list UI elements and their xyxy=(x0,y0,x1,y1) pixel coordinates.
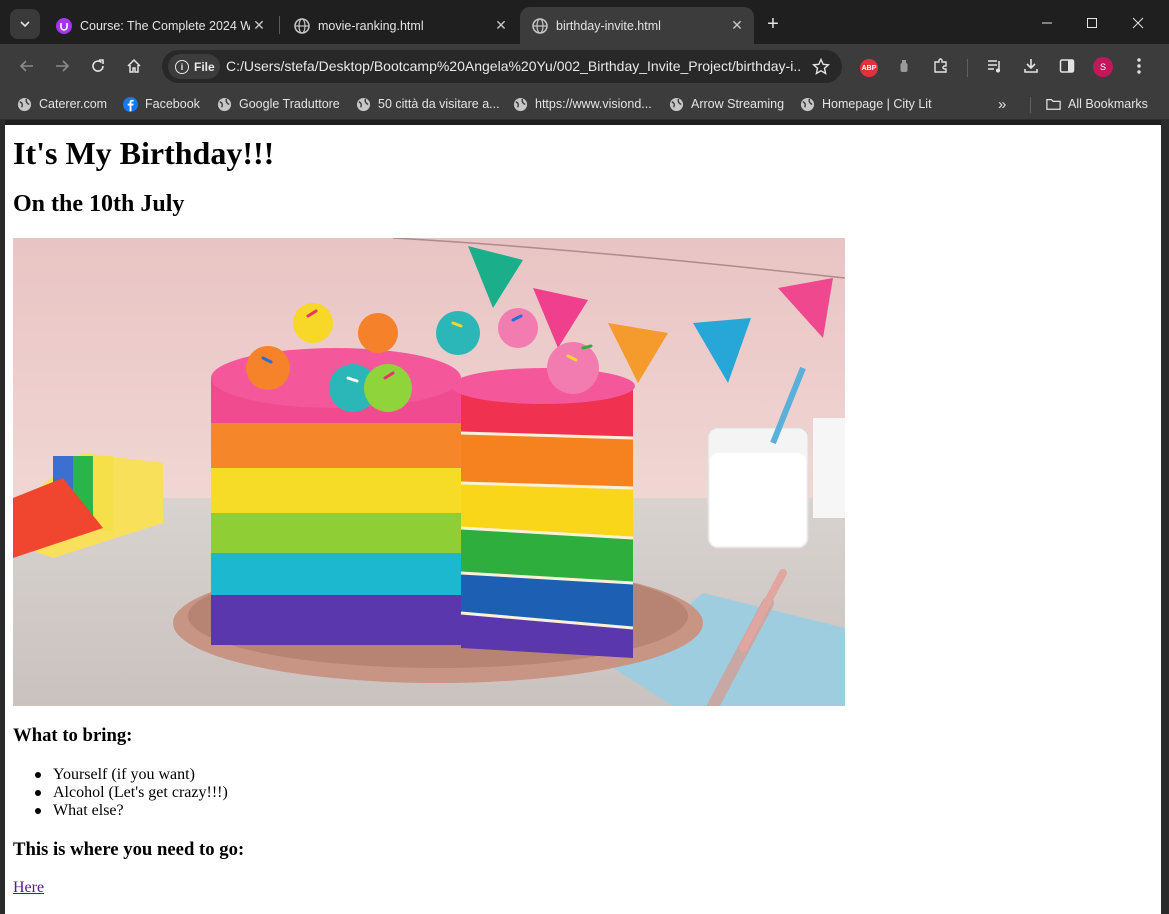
bookmark-label: Caterer.com xyxy=(39,97,108,111)
cake-image xyxy=(13,238,845,706)
tab-divider xyxy=(279,16,280,34)
tab-label: birthday-invite.html xyxy=(556,18,661,33)
site-info-chip[interactable]: i File xyxy=(168,54,220,79)
site-info-label: File xyxy=(194,59,215,74)
bookmark-item[interactable]: Caterer.com xyxy=(17,95,107,113)
home-button[interactable] xyxy=(120,52,148,80)
globe-icon xyxy=(356,97,371,112)
tab-birthday-invite[interactable]: birthday-invite.html ✕ xyxy=(520,7,754,44)
maximize-icon xyxy=(1087,18,1097,28)
close-icon xyxy=(1132,17,1144,29)
arrow-right-icon xyxy=(56,60,70,72)
folder-icon xyxy=(1046,97,1061,112)
facebook-icon xyxy=(123,96,138,112)
tab-label: Course: The Complete 2024 We xyxy=(80,18,250,33)
minimize-icon xyxy=(1042,22,1052,24)
bring-list: Yourself (if you want) Alcohol (Let's ge… xyxy=(35,766,228,820)
globe-icon xyxy=(669,97,684,112)
tab-label: movie-ranking.html xyxy=(318,18,424,33)
star-icon xyxy=(812,58,830,75)
udemy-icon xyxy=(56,17,72,34)
bookmarks-bar: Caterer.com Facebook Google Traduttore 5… xyxy=(0,88,1169,120)
avatar[interactable]: S xyxy=(1093,57,1113,77)
globe-icon xyxy=(800,97,815,112)
all-bookmarks-button[interactable]: All Bookmarks xyxy=(1046,95,1148,113)
bookmark-label: Google Traduttore xyxy=(239,97,340,111)
minimize-button[interactable] xyxy=(1025,6,1069,40)
media-control-button[interactable] xyxy=(981,52,1009,80)
arrow-left-icon xyxy=(19,60,33,72)
bookmark-label: Arrow Streaming xyxy=(691,97,785,111)
puzzle-icon xyxy=(934,58,947,73)
extension-button[interactable] xyxy=(890,52,918,80)
bookmark-label: 50 città da visitare a... xyxy=(378,97,500,111)
toolbar: i File C:/Users/stefa/Desktop/Bootcamp%2… xyxy=(0,44,1169,88)
bookmark-label: Homepage | City Lit xyxy=(822,97,932,111)
maximize-button[interactable] xyxy=(1070,6,1114,40)
globe-icon xyxy=(217,97,232,112)
info-icon: i xyxy=(175,59,189,74)
side-panel-icon xyxy=(1059,59,1075,73)
globe-icon xyxy=(532,17,548,34)
bookmark-label: Facebook xyxy=(145,97,200,111)
all-bookmarks-label: All Bookmarks xyxy=(1068,97,1148,111)
home-icon xyxy=(127,58,141,73)
bookmarks-divider xyxy=(1030,97,1031,113)
event-date: On the 10th July xyxy=(13,191,185,217)
list-item: What else? xyxy=(35,802,228,820)
tab-strip: Course: The Complete 2024 We ✕ movie-ran… xyxy=(0,0,1169,44)
tab-movie-ranking[interactable]: movie-ranking.html ✕ xyxy=(282,7,518,44)
bottle-extension-icon xyxy=(900,60,908,72)
tab-search-button[interactable] xyxy=(10,9,40,39)
close-icon[interactable]: ✕ xyxy=(250,17,268,35)
chevron-down-icon xyxy=(20,21,30,28)
new-tab-button[interactable]: + xyxy=(760,11,786,37)
adblock-extension-icon[interactable]: ABP xyxy=(860,59,878,77)
bookmarks-overflow-button[interactable]: » xyxy=(998,96,1006,113)
globe-icon xyxy=(17,97,32,112)
globe-icon xyxy=(294,17,310,34)
bookmark-item[interactable]: 50 città da visitare a... xyxy=(356,95,500,113)
downloads-button[interactable] xyxy=(1017,52,1045,80)
bookmark-item[interactable]: https://www.visiond... xyxy=(513,95,652,113)
bookmark-label: https://www.visiond... xyxy=(535,97,652,111)
playlist-icon xyxy=(988,60,1000,73)
bookmark-item[interactable]: Google Traduttore xyxy=(217,95,340,113)
tab-course[interactable]: Course: The Complete 2024 We ✕ xyxy=(44,7,276,44)
extensions-menu-button[interactable] xyxy=(927,52,955,80)
url-text[interactable]: C:/Users/stefa/Desktop/Bootcamp%20Angela… xyxy=(226,58,801,74)
download-icon xyxy=(1024,59,1038,73)
menu-button[interactable] xyxy=(1125,52,1153,80)
reload-button[interactable] xyxy=(84,52,112,80)
list-item: Alcohol (Let's get crazy!!!) xyxy=(35,784,228,801)
bookmark-item[interactable]: Arrow Streaming xyxy=(669,95,784,113)
page-viewport: It's My Birthday!!! On the 10th July Wha… xyxy=(5,125,1161,914)
back-button[interactable] xyxy=(13,52,41,80)
toolbar-divider xyxy=(967,59,968,77)
page-title: It's My Birthday!!! xyxy=(13,135,275,171)
directions-link[interactable]: Here xyxy=(13,879,44,897)
forward-button[interactable] xyxy=(48,52,76,80)
globe-icon xyxy=(513,97,528,112)
window-frame-right xyxy=(1161,120,1169,914)
close-window-button[interactable] xyxy=(1116,6,1160,40)
directions-heading: This is where you need to go: xyxy=(13,839,245,860)
reload-icon xyxy=(92,59,104,72)
bring-heading: What to bring: xyxy=(13,725,133,746)
bookmark-item[interactable]: Homepage | City Lit xyxy=(800,95,932,113)
close-icon[interactable]: ✕ xyxy=(728,17,746,35)
kebab-menu-icon xyxy=(1137,58,1141,74)
address-bar[interactable]: i File C:/Users/stefa/Desktop/Bootcamp%2… xyxy=(162,50,842,83)
bookmark-star-button[interactable] xyxy=(810,56,832,78)
side-panel-button[interactable] xyxy=(1053,52,1081,80)
bookmark-item[interactable]: Facebook xyxy=(123,95,200,113)
close-icon[interactable]: ✕ xyxy=(492,17,510,35)
list-item: Yourself (if you want) xyxy=(35,766,228,784)
